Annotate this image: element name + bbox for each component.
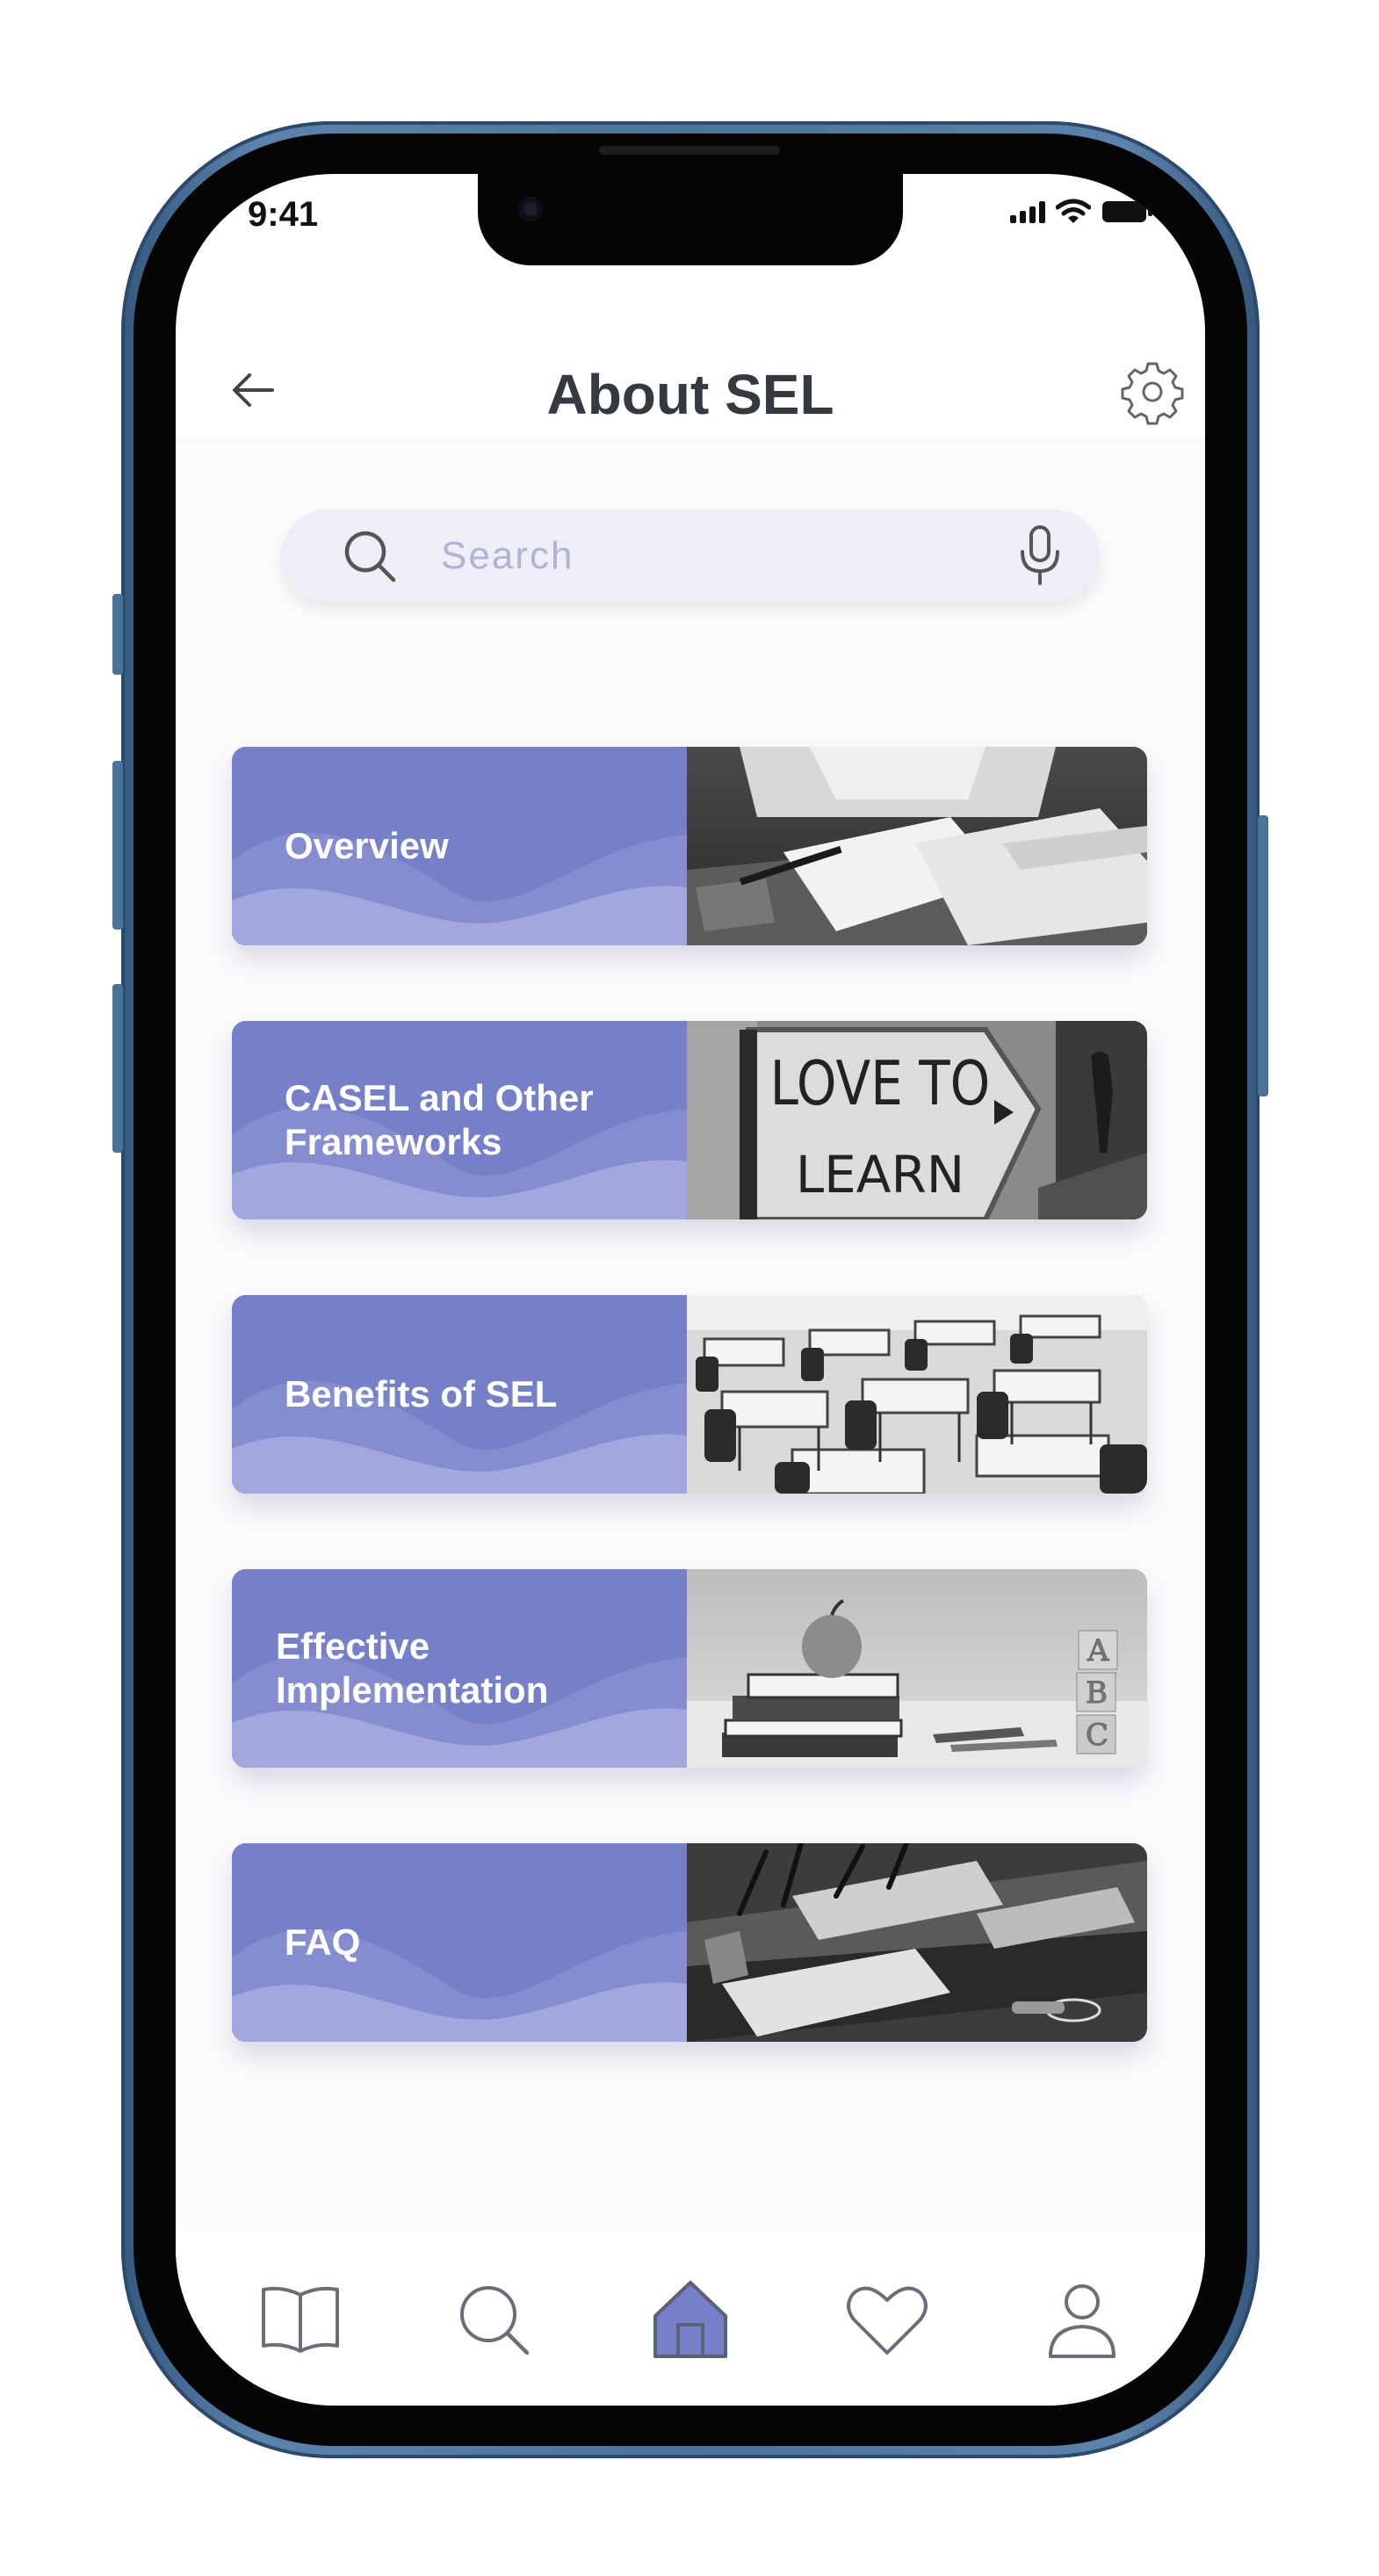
card-overview[interactable]: Overview bbox=[232, 747, 1147, 945]
content-area: Search Overview CASEL and Other Framewor… bbox=[176, 438, 1205, 2404]
bottom-nav bbox=[176, 2230, 1205, 2406]
search-icon[interactable] bbox=[450, 2276, 538, 2363]
svg-text:A: A bbox=[1087, 1633, 1109, 1668]
card-label: Benefits of SEL bbox=[285, 1373, 558, 1415]
page-title: About SEL bbox=[546, 363, 834, 426]
status-icons bbox=[1010, 199, 1154, 225]
svg-text:LEARN: LEARN bbox=[796, 1145, 964, 1205]
card-banner: Overview bbox=[232, 747, 689, 945]
school-supplies-drawer-photo bbox=[687, 1843, 1147, 2042]
volume-down-button bbox=[112, 984, 123, 1153]
speaker-slot bbox=[599, 146, 780, 155]
card-casel-frameworks[interactable]: CASEL and Other Frameworks LOVE TO LEARN bbox=[232, 1021, 1147, 1219]
svg-text:LOVE TO: LOVE TO bbox=[770, 1049, 991, 1119]
battery-icon bbox=[1102, 201, 1152, 222]
classroom-desks-photo bbox=[687, 1295, 1147, 1494]
search-bar[interactable]: Search bbox=[281, 510, 1100, 601]
card-banner: Effective Implementation bbox=[232, 1569, 689, 1768]
header: About SEL bbox=[176, 332, 1205, 438]
svg-text:C: C bbox=[1086, 1718, 1108, 1753]
card-benefits-of-sel[interactable]: Benefits of SEL bbox=[232, 1295, 1147, 1494]
signal-icon bbox=[1010, 200, 1045, 223]
user-icon[interactable] bbox=[1038, 2276, 1126, 2363]
gear-icon[interactable] bbox=[1119, 358, 1186, 425]
card-label: FAQ bbox=[285, 1921, 361, 1963]
svg-text:B: B bbox=[1086, 1675, 1108, 1711]
volume-up-button bbox=[112, 761, 123, 930]
silent-switch bbox=[112, 594, 123, 675]
home-icon[interactable] bbox=[646, 2276, 734, 2363]
search-input[interactable]: Search bbox=[441, 534, 574, 578]
card-banner: Benefits of SEL bbox=[232, 1295, 689, 1494]
heart-icon[interactable] bbox=[843, 2276, 931, 2363]
apple-books-abc-blocks-photo: A B C bbox=[687, 1569, 1147, 1768]
card-faq[interactable]: FAQ bbox=[232, 1843, 1147, 2042]
love-to-learn-sign-photo: LOVE TO LEARN bbox=[687, 1021, 1147, 1219]
card-banner: FAQ bbox=[232, 1843, 689, 2042]
phone-screen: 9:41 About SEL Search Overview CASEL and… bbox=[176, 174, 1205, 2406]
microphone-icon[interactable] bbox=[1015, 524, 1065, 587]
search-icon bbox=[344, 531, 396, 582]
card-label: Effective Implementation bbox=[276, 1625, 549, 1711]
book-icon[interactable] bbox=[256, 2276, 344, 2363]
card-label: Overview bbox=[285, 825, 449, 866]
notch bbox=[478, 174, 903, 265]
card-label: CASEL and Other Frameworks bbox=[285, 1077, 594, 1162]
camera-icon bbox=[518, 197, 543, 221]
power-button bbox=[1258, 815, 1268, 1096]
student-writing-with-book-photo bbox=[687, 747, 1147, 945]
card-banner: CASEL and Other Frameworks bbox=[232, 1021, 689, 1219]
card-effective-implementation[interactable]: Effective Implementation A B C bbox=[232, 1569, 1147, 1768]
wifi-icon bbox=[1056, 199, 1091, 223]
status-time: 9:41 bbox=[248, 195, 319, 234]
